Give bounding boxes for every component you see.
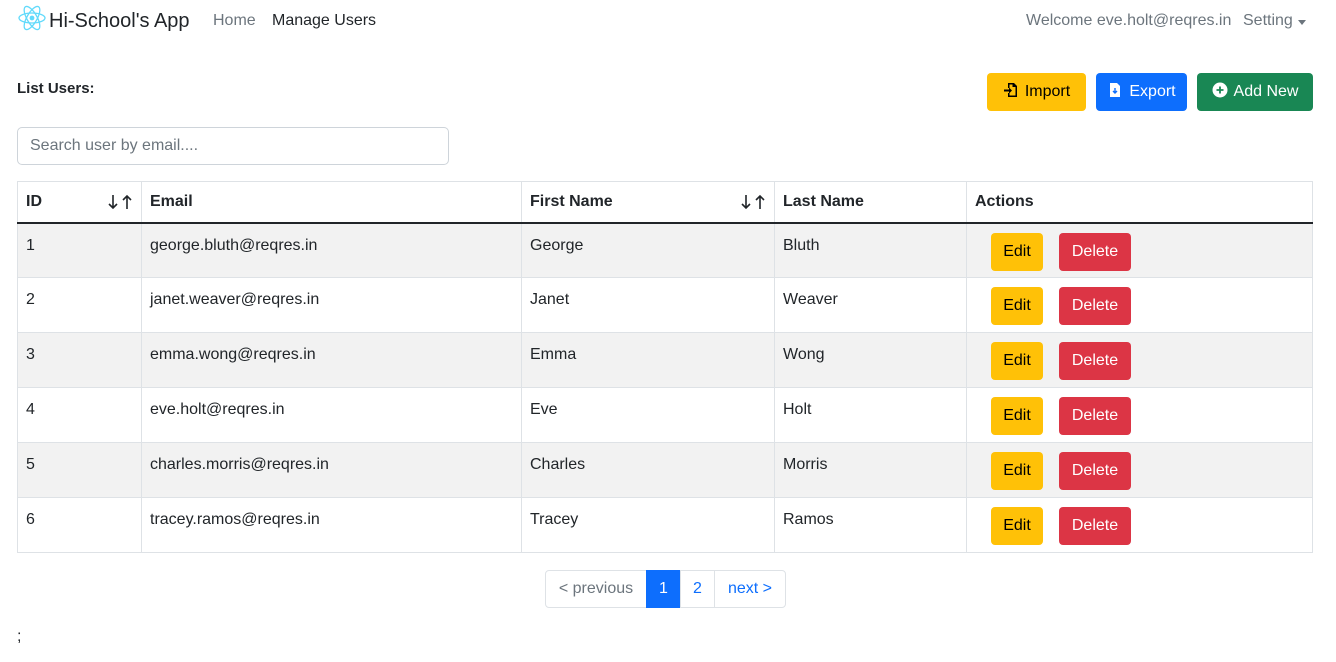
caret-down-icon [1297,19,1306,25]
cell-last-name: Ramos [774,497,967,553]
delete-button[interactable]: Delete [1059,507,1131,545]
table-row: 5 charles.morris@reqres.in Charles Morri… [17,442,1313,498]
cell-first-name: Emma [521,332,775,388]
cell-email: eve.holt@reqres.in [141,387,522,443]
table-row: 1 george.bluth@reqres.in George Bluth Ed… [17,222,1313,278]
cell-email: charles.morris@reqres.in [141,442,522,498]
edit-button[interactable]: Edit [991,342,1043,380]
column-header-id: ID [17,181,142,224]
setting-dropdown[interactable]: Setting [1243,12,1306,30]
pagination: < previous 1 2 next > [545,570,786,608]
table-row: 3 emma.wong@reqres.in Emma Wong Edit Dele… [17,332,1313,388]
column-header-email: Email [141,181,522,224]
arrow-up-icon [122,194,132,209]
cell-last-name: Morris [774,442,967,498]
cell-last-name: Holt [774,387,967,443]
export-label: Export [1129,83,1176,100]
list-users-title: List Users: [17,80,95,97]
cell-id: 4 [17,387,142,443]
delete-button[interactable]: Delete [1059,232,1131,271]
brand-link[interactable]: Hi-School's App [17,3,190,39]
navbar: Hi-School's App Home Manage Users Welcom… [0,0,1336,44]
delete-button[interactable]: Delete [1059,397,1131,435]
next-page-button[interactable]: next > [714,570,786,608]
previous-page-button[interactable]: < previous [545,570,647,608]
cell-id: 6 [17,497,142,553]
cell-id: 2 [17,277,142,333]
page-1-button[interactable]: 1 [646,570,681,608]
import-button[interactable]: Import [987,73,1086,111]
react-logo-icon [17,3,47,39]
cell-first-name: George [521,222,775,278]
file-import-icon [1003,82,1019,103]
stray-text: ; [17,628,22,645]
table-row: 6 tracey.ramos@reqres.in Tracey Ramos Ed… [17,497,1313,553]
sort-first-name-button[interactable] [740,193,766,211]
cell-actions: Edit Delete [966,497,1313,553]
cell-email: george.bluth@reqres.in [141,222,522,278]
setting-label: Setting [1243,12,1293,29]
cell-email: janet.weaver@reqres.in [141,277,522,333]
delete-button[interactable]: Delete [1059,342,1131,380]
table-row: 4 eve.holt@reqres.in Eve Holt Edit Delete [17,387,1313,443]
arrow-up-icon [755,194,765,209]
cell-first-name: Eve [521,387,775,443]
page-2-button[interactable]: 2 [680,570,715,608]
nav-manage-users[interactable]: Manage Users [272,12,376,30]
cell-first-name: Tracey [521,497,775,553]
arrow-down-icon [741,195,751,210]
edit-button[interactable]: Edit [991,287,1043,325]
cell-actions: Edit Delete [966,222,1313,278]
delete-button[interactable]: Delete [1059,452,1131,490]
cell-last-name: Bluth [774,222,967,278]
add-new-label: Add New [1233,83,1299,100]
brand-title: Hi-School's App [49,9,190,32]
cell-first-name: Janet [521,277,775,333]
cell-id: 1 [17,222,142,278]
column-header-actions: Actions [966,181,1313,224]
export-button[interactable]: Export [1096,73,1187,111]
cell-actions: Edit Delete [966,332,1313,388]
welcome-text: Welcome eve.holt@reqres.in [1026,12,1232,29]
table-header-row: ID Email First Name Last Name Actions [17,181,1313,224]
arrow-down-icon [108,195,118,210]
import-label: Import [1024,83,1071,100]
cell-id: 3 [17,332,142,388]
cell-actions: Edit Delete [966,277,1313,333]
edit-button[interactable]: Edit [991,507,1043,545]
search-input[interactable] [17,127,449,165]
edit-button[interactable]: Edit [991,232,1043,271]
users-table: ID Email First Name Last Name Actions 1 … [17,181,1313,553]
table-row: 2 janet.weaver@reqres.in Janet Weaver Ed… [17,277,1313,333]
column-header-last-name: Last Name [774,181,967,224]
plus-circle-icon [1212,82,1228,103]
cell-last-name: Weaver [774,277,967,333]
cell-actions: Edit Delete [966,387,1313,443]
column-header-first-name: First Name [521,181,775,224]
cell-email: emma.wong@reqres.in [141,332,522,388]
edit-button[interactable]: Edit [991,452,1043,490]
file-export-icon [1107,82,1123,103]
delete-button[interactable]: Delete [1059,287,1131,325]
sort-id-button[interactable] [107,193,133,211]
nav-home[interactable]: Home [213,12,256,30]
add-new-button[interactable]: Add New [1197,73,1313,111]
cell-last-name: Wong [774,332,967,388]
cell-email: tracey.ramos@reqres.in [141,497,522,553]
edit-button[interactable]: Edit [991,397,1043,435]
cell-id: 5 [17,442,142,498]
cell-first-name: Charles [521,442,775,498]
cell-actions: Edit Delete [966,442,1313,498]
